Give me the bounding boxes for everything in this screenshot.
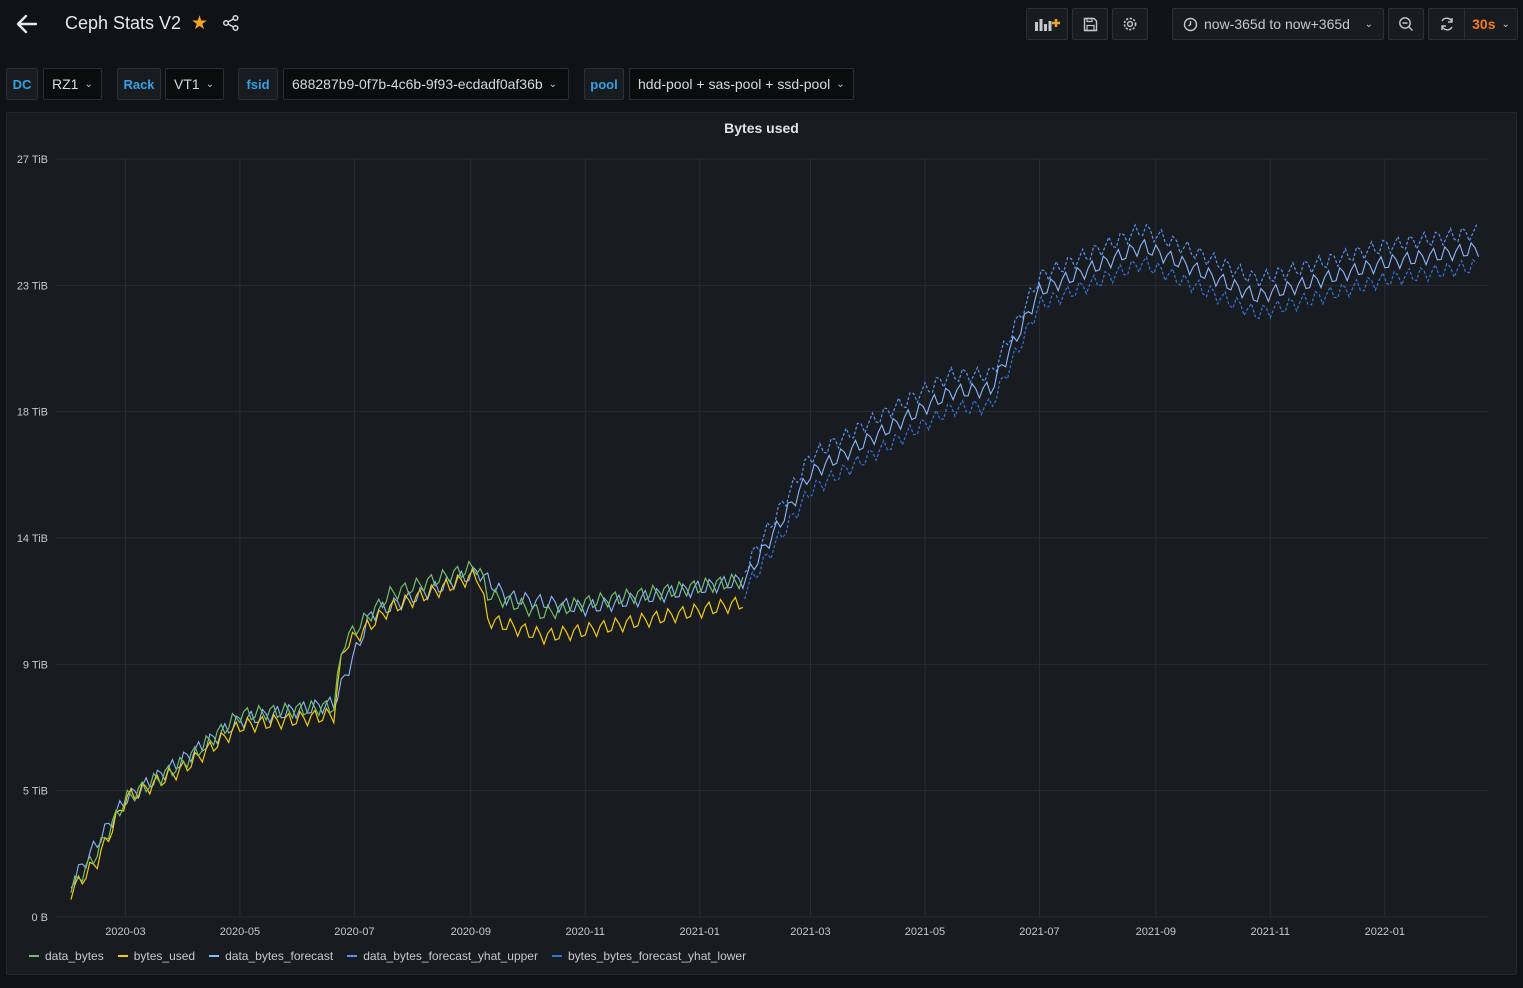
variable-label-pool: pool	[584, 68, 624, 100]
chevron-down-icon: ⌄	[548, 78, 558, 90]
legend-label: data_bytes_forecast_yhat_upper	[363, 949, 538, 963]
x-tick-label: 2021-03	[790, 926, 830, 938]
x-tick-label: 2020-03	[105, 926, 145, 938]
legend-swatch	[117, 955, 128, 957]
y-tick-label: 27 TiB	[17, 154, 48, 166]
legend-label: bytes_used	[133, 949, 196, 963]
legend-swatch	[209, 955, 220, 957]
variable-value-fsid: 688287b9-0f7b-4c6b-9f93-ecdadf0af36b	[292, 76, 543, 92]
variable-value-rack: VT1	[174, 76, 200, 92]
x-tick-label: 2020-05	[220, 926, 260, 938]
bytes-used-chart[interactable]: 0 B 5 TiB 9 TiB 14 TiB 18 TiB 23 TiB 27 TiB 202…	[7, 113, 1516, 945]
legend-label: data_bytes_forecast	[225, 949, 334, 963]
clock-icon	[1183, 17, 1198, 31]
chevron-down-icon: ⌄	[84, 78, 93, 90]
top-navbar: Ceph Stats V2 ★ now-365d to now+365d ⌄ 3…	[0, 0, 1523, 50]
star-icon[interactable]: ★	[191, 13, 208, 35]
refresh-interval-label: 30s	[1472, 16, 1496, 32]
x-tick-label: 2021-09	[1136, 926, 1176, 938]
x-tick-label: 2022-01	[1365, 926, 1405, 938]
refresh-interval-picker[interactable]: 30s ⌄	[1464, 8, 1518, 40]
variable-label-dc: DC	[6, 68, 38, 100]
share-icon[interactable]	[222, 14, 240, 32]
variable-select-pool[interactable]: hdd-pool + sas-pool + ssd-pool ⌄	[629, 68, 854, 100]
variable-value-pool: hdd-pool + sas-pool + ssd-pool	[638, 76, 831, 92]
series-line-bytes-used	[70, 568, 744, 900]
variable-select-dc[interactable]: RZ1 ⌄	[43, 68, 102, 100]
series-line-bytes-bytes-forecast-yhat-lower	[744, 255, 1478, 600]
y-tick-label: 5 TiB	[23, 786, 48, 798]
x-tick-label: 2021-11	[1251, 926, 1291, 938]
dashboard-title[interactable]: Ceph Stats V2	[65, 13, 181, 34]
x-tick-label: 2021-07	[1019, 926, 1059, 938]
x-tick-label: 2020-09	[451, 926, 491, 938]
add-panel-icon	[1035, 19, 1060, 31]
chevron-down-icon: ⌄	[1501, 18, 1510, 30]
series-line-data-bytes	[70, 560, 744, 893]
dashboard-settings-button[interactable]	[1112, 8, 1148, 40]
save-icon	[1083, 17, 1097, 31]
legend-item-data-bytes[interactable]: data_bytes	[29, 949, 104, 963]
x-tick-label: 2021-05	[905, 926, 945, 938]
legend-swatch	[29, 955, 39, 957]
chevron-down-icon: ⌄	[205, 78, 215, 90]
legend-item-data-bytes-forecast-yhat-upper[interactable]: data_bytes_forecast_yhat_upper	[347, 949, 538, 963]
gear-icon	[1123, 17, 1137, 31]
series-line-data-bytes-forecast-yhat-upper	[744, 223, 1478, 573]
y-tick-label: 0 B	[31, 912, 48, 924]
x-tick-label: 2020-11	[565, 926, 605, 938]
y-tick-label: 14 TiB	[17, 533, 48, 545]
back-arrow-icon[interactable]	[14, 11, 40, 37]
legend-swatch	[551, 955, 562, 957]
x-tick-label: 2021-01	[680, 926, 720, 938]
chart-legend: data_bytes bytes_used data_bytes_forecast d…	[29, 949, 746, 963]
save-dashboard-button[interactable]	[1072, 8, 1108, 40]
x-tick-label: 2020-07	[334, 926, 374, 938]
add-panel-button[interactable]	[1026, 8, 1068, 40]
refresh-button[interactable]	[1428, 8, 1464, 40]
chevron-down-icon: ⌄	[1364, 18, 1373, 30]
chevron-down-icon: ⌄	[836, 78, 845, 90]
y-tick-label: 23 TiB	[17, 280, 48, 292]
variable-select-fsid[interactable]: 688287b9-0f7b-4c6b-9f93-ecdadf0af36b ⌄	[283, 68, 569, 100]
legend-item-bytes-bytes-forecast-yhat-lower[interactable]: bytes_bytes_forecast_yhat_lower	[551, 949, 747, 963]
variable-value-dc: RZ1	[52, 76, 79, 92]
variable-select-rack[interactable]: VT1 ⌄	[165, 68, 224, 100]
time-range-label: now-365d to now+365d	[1204, 16, 1350, 32]
zoom-out-button[interactable]	[1388, 8, 1424, 40]
legend-label: bytes_bytes_forecast_yhat_lower	[567, 949, 747, 963]
graph-panel[interactable]: Bytes used 0 B5 TiB 9 TiB 14 TiB 18 TiB 23 T…	[6, 112, 1517, 975]
y-tick-label: 18 TiB	[17, 407, 48, 419]
variable-label-fsid: fsid	[238, 68, 278, 100]
zoom-out-icon	[1399, 17, 1413, 31]
legend-swatch	[347, 955, 358, 957]
y-tick-label: 9 TiB	[23, 659, 48, 671]
variable-label-rack: Rack	[117, 68, 161, 100]
time-range-picker[interactable]: now-365d to now+365d ⌄	[1172, 8, 1384, 40]
legend-item-bytes-used[interactable]: bytes_used	[117, 949, 196, 963]
legend-label: data_bytes	[45, 949, 104, 963]
refresh-icon	[1440, 17, 1453, 31]
legend-item-data-bytes-forecast[interactable]: data_bytes_forecast	[209, 949, 333, 963]
